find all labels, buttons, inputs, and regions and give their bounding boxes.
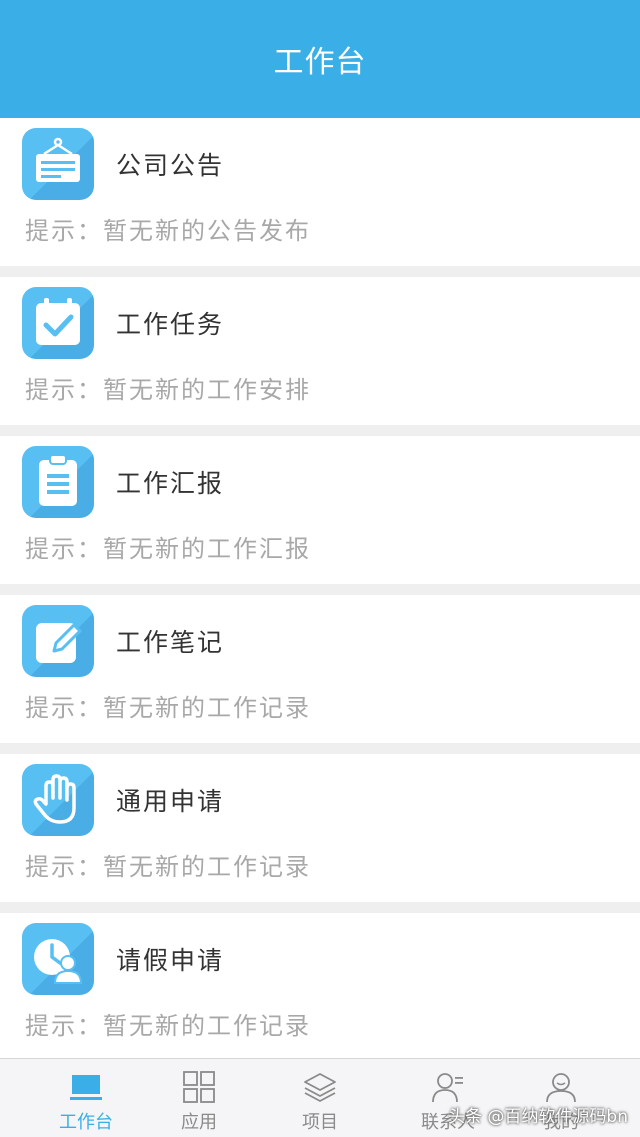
card-company-announcement[interactable]: 公司公告 提示：暂无新的公告发布 <box>0 118 640 266</box>
card-title: 工作任务 <box>116 310 225 339</box>
card-title: 通用申请 <box>116 787 225 816</box>
note-pencil-icon <box>22 605 94 677</box>
card-work-report[interactable]: 工作汇报 提示：暂无新的工作汇报 <box>0 436 640 584</box>
hand-icon <box>22 764 94 836</box>
card-title: 请假申请 <box>116 946 225 975</box>
tab-projects[interactable]: 项目 <box>270 1059 370 1137</box>
tab-label: 工作台 <box>59 1112 113 1133</box>
card-general-application[interactable]: 通用申请 提示：暂无新的工作记录 <box>0 754 640 902</box>
card-title: 公司公告 <box>116 151 225 180</box>
watermark: 头条 @百纳软件源码bn <box>448 1107 628 1127</box>
apps-grid-icon <box>183 1071 215 1103</box>
tab-label: 应用 <box>181 1112 217 1133</box>
clipboard-icon <box>22 446 94 518</box>
card-hint: 提示：暂无新的公告发布 <box>25 217 311 245</box>
card-leave-application[interactable]: 请假申请 提示：暂无新的工作记录 <box>0 913 640 1061</box>
card-work-notes[interactable]: 工作笔记 提示：暂无新的工作记录 <box>0 595 640 743</box>
app-header: 工作台 <box>0 0 640 118</box>
card-hint: 提示：暂无新的工作记录 <box>25 694 311 722</box>
card-title: 工作笔记 <box>116 628 225 657</box>
card-work-tasks[interactable]: 工作任务 提示：暂无新的工作安排 <box>0 277 640 425</box>
announcement-board-icon <box>22 128 94 200</box>
layers-icon <box>304 1073 336 1102</box>
tab-workbench[interactable]: 工作台 <box>36 1059 136 1137</box>
contacts-icon <box>432 1073 463 1103</box>
tab-label: 项目 <box>302 1112 338 1133</box>
card-hint: 提示：暂无新的工作汇报 <box>25 535 311 563</box>
card-hint: 提示：暂无新的工作记录 <box>25 853 311 881</box>
workbench-icon <box>70 1075 102 1100</box>
tab-apps[interactable]: 应用 <box>149 1059 249 1137</box>
card-hint: 提示：暂无新的工作安排 <box>25 376 311 404</box>
card-hint: 提示：暂无新的工作记录 <box>25 1012 311 1040</box>
page-title: 工作台 <box>273 45 367 80</box>
clock-person-icon <box>22 923 94 995</box>
profile-icon <box>546 1073 576 1103</box>
card-title: 工作汇报 <box>116 469 225 498</box>
calendar-check-icon <box>22 287 94 359</box>
